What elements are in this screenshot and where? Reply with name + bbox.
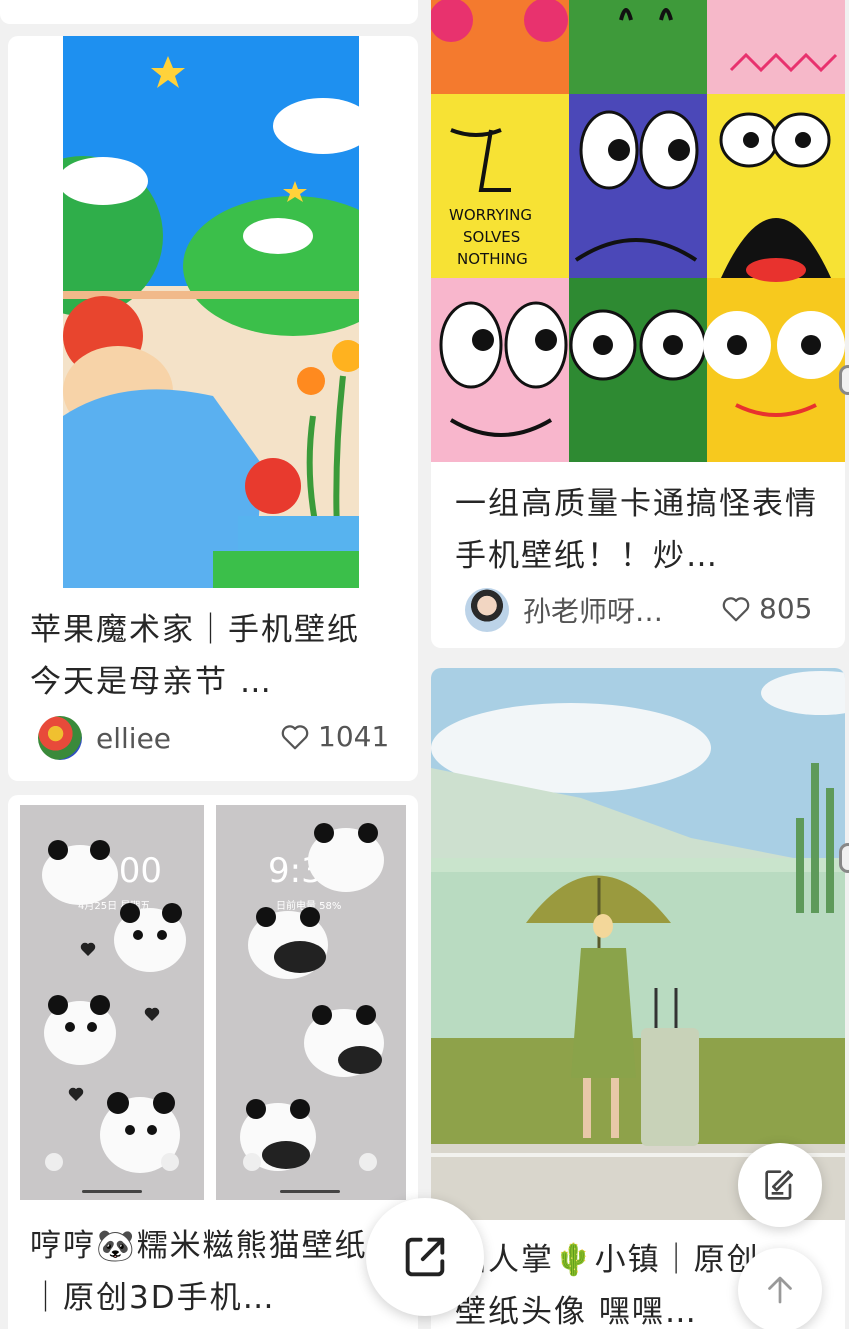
card-title[interactable]: 仙人掌🌵小镇｜原创壁纸头像 嘿嘿…: [455, 1234, 785, 1329]
photo-umbrella-girl: [431, 668, 845, 1220]
heart-icon[interactable]: [721, 595, 751, 623]
card-image[interactable]: [431, 668, 845, 1220]
phone-screen-left: 10:00 4月25日 星期五: [20, 805, 204, 1200]
share-button[interactable]: [366, 1198, 484, 1316]
svg-text:SOLVES: SOLVES: [463, 228, 520, 246]
arrow-up-icon: [768, 1276, 792, 1304]
author-avatar[interactable]: [465, 588, 509, 632]
feed-card-partial[interactable]: [0, 0, 418, 24]
card-title[interactable]: 一组高质量卡通搞怪表情手机壁纸！！炒…: [455, 478, 825, 582]
edit-note-icon: [765, 1170, 793, 1200]
illustration-girl-apple: [63, 36, 359, 588]
like-count-value: 805: [759, 592, 813, 625]
scroll-handle[interactable]: [839, 843, 849, 873]
author-name[interactable]: 孙老师呀…: [523, 590, 663, 630]
author-avatar[interactable]: [38, 716, 82, 760]
panda-icon: [240, 823, 384, 1193]
phone-screen-right: 9:30 日前电量 58%: [216, 805, 406, 1200]
cartoon-faces-grid: WORRYING SOLVES NOTHING: [431, 0, 845, 462]
panda-icon: [42, 840, 186, 1193]
heart-icon[interactable]: [280, 723, 310, 751]
card-title[interactable]: 苹果魔术家｜手机壁纸 今天是母亲节 …: [30, 604, 370, 708]
svg-text:NOTHING: NOTHING: [457, 250, 528, 268]
like-count-value: 1041: [318, 720, 390, 753]
card-image[interactable]: 10:00 4月25日 星期五: [20, 805, 406, 1200]
back-to-top-button[interactable]: [738, 1248, 822, 1329]
like-count[interactable]: 1041: [280, 720, 389, 753]
art-text: WORRYING: [449, 206, 532, 224]
share-external-icon: [405, 1237, 445, 1277]
card-image[interactable]: [63, 36, 359, 588]
card-author[interactable]: elliee: [38, 716, 171, 760]
feed-card-cartoon-faces[interactable]: WORRYING SOLVES NOTHING 一组高质量卡通搞怪表情手机壁纸！…: [431, 0, 845, 648]
feed-card-cactus-town[interactable]: 仙人掌🌵小镇｜原创壁纸头像 嘿嘿…: [431, 668, 845, 1329]
edit-button[interactable]: [738, 1143, 822, 1227]
author-name[interactable]: elliee: [96, 722, 171, 755]
scroll-handle[interactable]: [839, 365, 849, 395]
card-image[interactable]: WORRYING SOLVES NOTHING: [431, 0, 845, 462]
card-author[interactable]: 孙老师呀…: [465, 588, 663, 632]
feed-card-panda-wallpaper[interactable]: 10:00 4月25日 星期五: [8, 795, 418, 1329]
like-count[interactable]: 805: [721, 592, 812, 625]
feed-card-apple-wallpaper[interactable]: 苹果魔术家｜手机壁纸 今天是母亲节 … elliee 1041: [8, 36, 418, 781]
card-title[interactable]: 哼哼🐼糯米糍熊猫壁纸｜原创3D手机…: [30, 1220, 375, 1324]
